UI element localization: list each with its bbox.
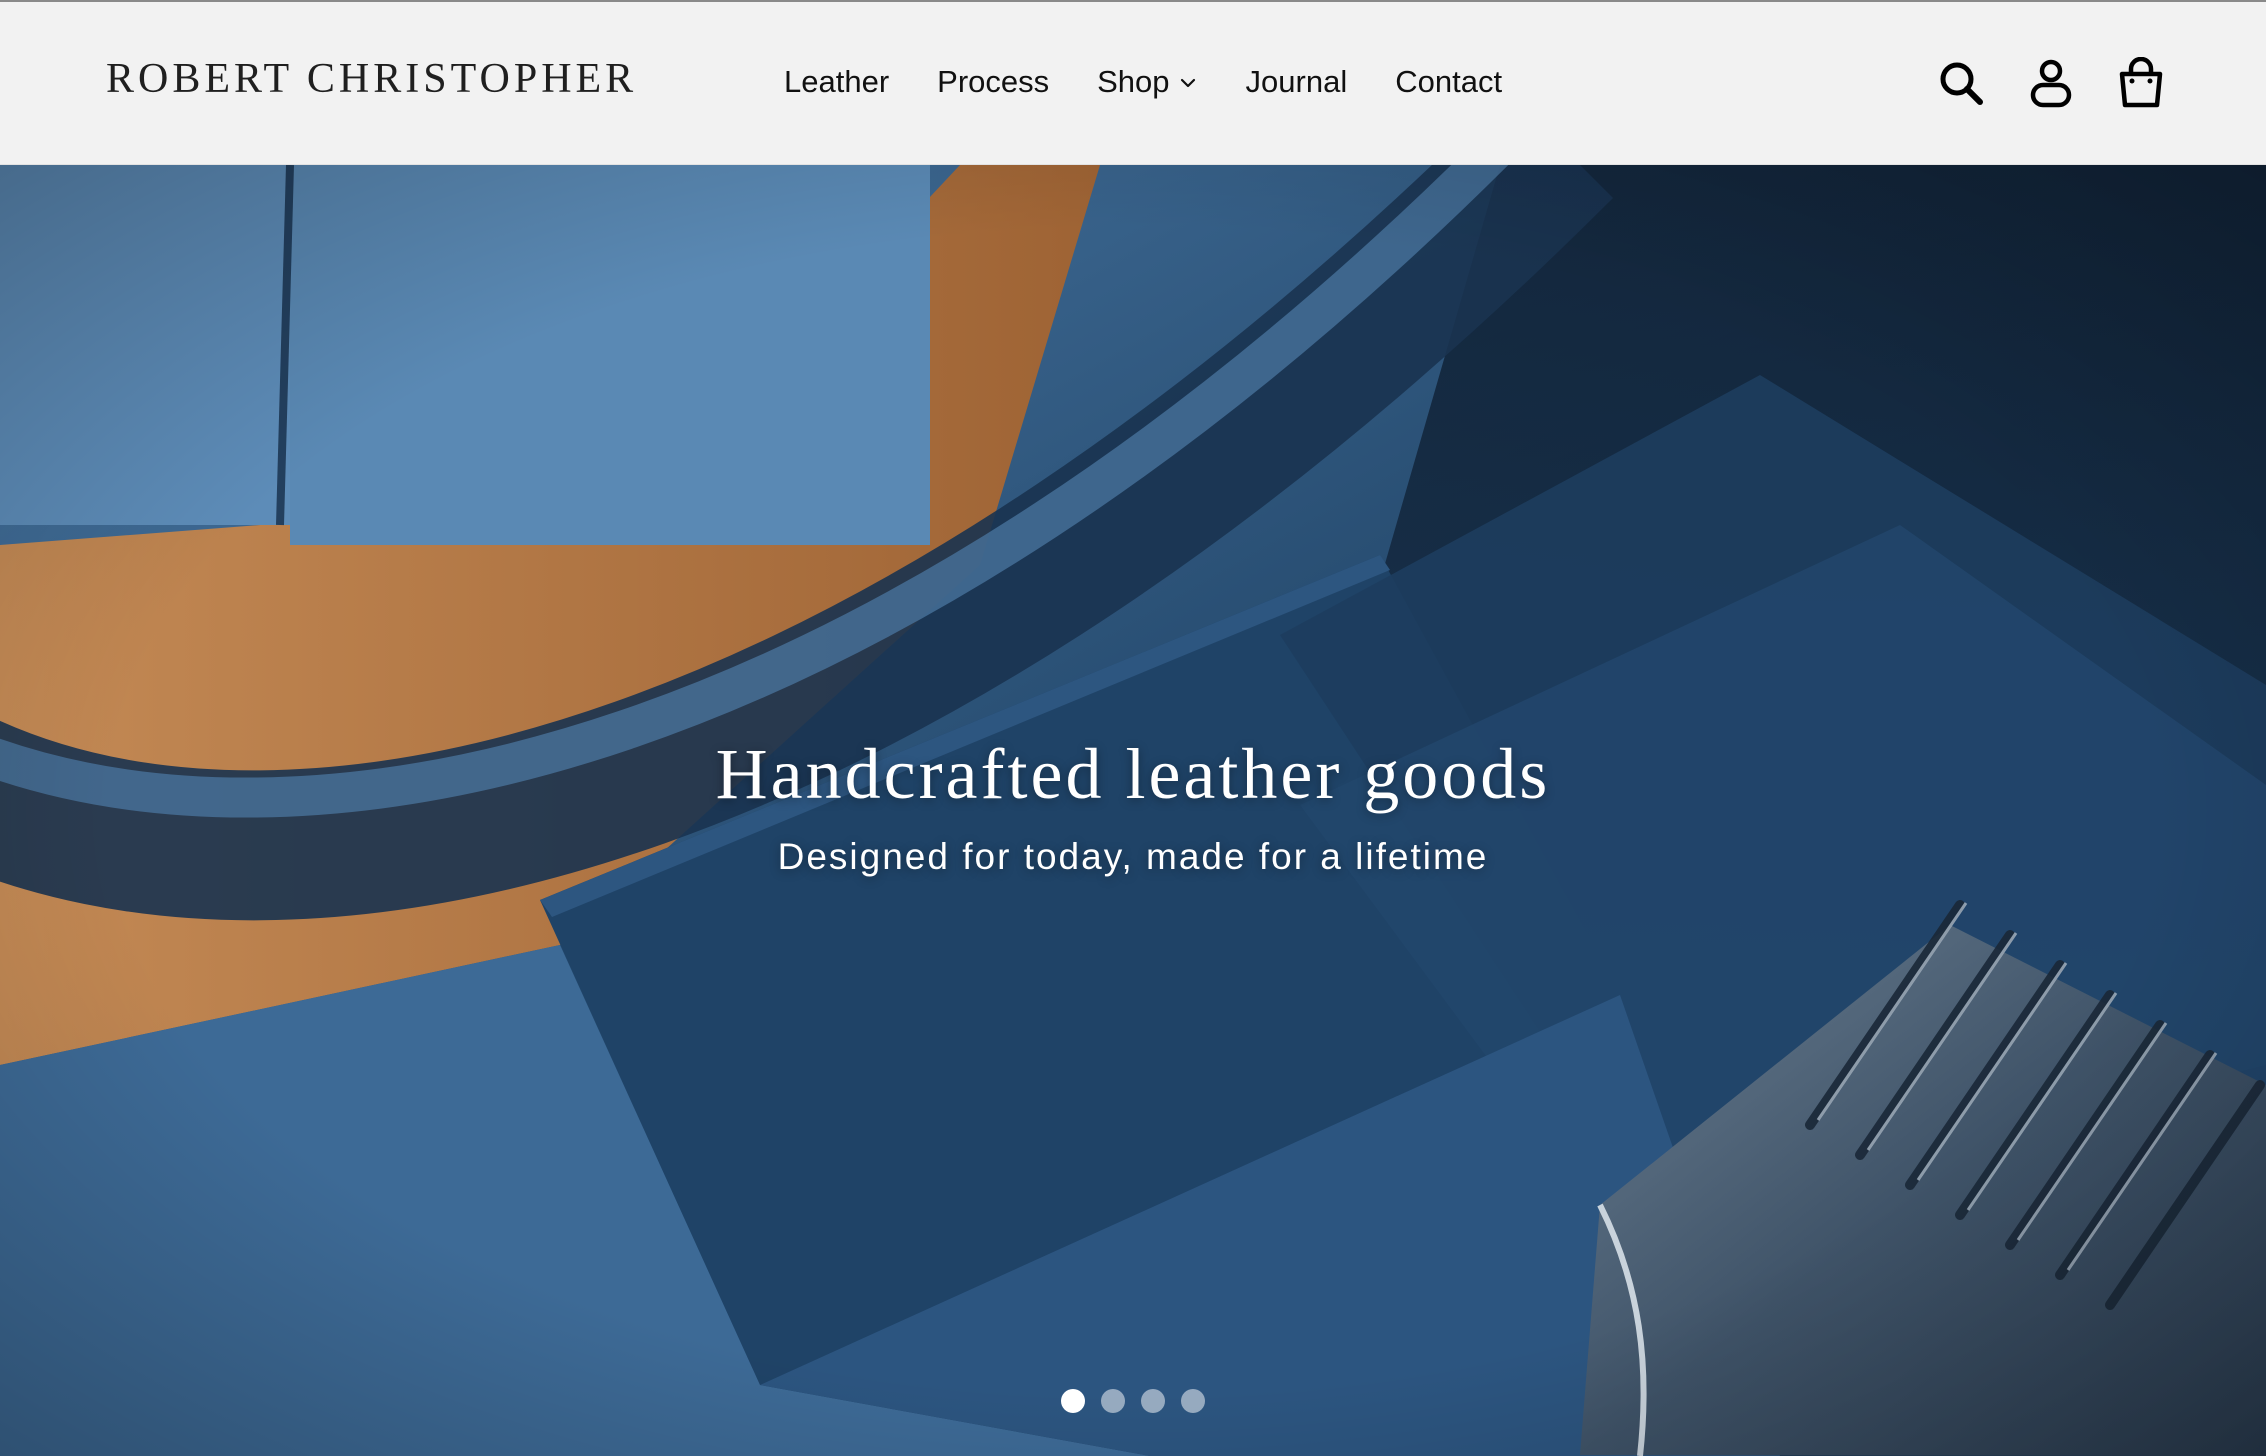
- search-button[interactable]: [1936, 56, 1986, 110]
- hero-subtitle: Designed for today, made for a lifetime: [777, 836, 1489, 878]
- hero-text-block: Handcrafted leather goods Designed for t…: [0, 734, 2266, 878]
- account-icon: [2030, 59, 2072, 108]
- site-header: ROBERT CHRISTOPHER Leather Process Shop …: [0, 2, 2266, 165]
- nav-item-journal[interactable]: Journal: [1222, 64, 1372, 100]
- header-actions: [1936, 52, 2166, 114]
- account-button[interactable]: [2026, 56, 2076, 110]
- cart-bag-icon: [2119, 57, 2163, 108]
- slideshow-pagination: [0, 1389, 2266, 1413]
- nav-item-label: Leather: [784, 64, 890, 99]
- main-nav: Leather Process Shop Journal Contact: [760, 2, 1526, 162]
- nav-item-label: Contact: [1395, 64, 1503, 99]
- nav-item-label: Journal: [1245, 64, 1348, 99]
- slide-dot-3[interactable]: [1141, 1389, 1165, 1413]
- chevron-down-icon: [1180, 78, 1195, 88]
- hero-title: Handcrafted leather goods: [715, 734, 1551, 814]
- nav-item-contact[interactable]: Contact: [1371, 64, 1526, 100]
- search-icon: [1940, 62, 1983, 105]
- slide-dot-1[interactable]: [1061, 1389, 1085, 1413]
- slide-dot-4[interactable]: [1181, 1389, 1205, 1413]
- nav-item-leather[interactable]: Leather: [760, 64, 913, 100]
- brand-logo[interactable]: ROBERT CHRISTOPHER: [106, 55, 637, 103]
- nav-item-label: Process: [937, 64, 1050, 99]
- nav-item-shop[interactable]: Shop: [1073, 64, 1221, 100]
- nav-item-label: Shop: [1097, 64, 1170, 99]
- hero-banner: Handcrafted leather goods Designed for t…: [0, 165, 2266, 1456]
- nav-item-process[interactable]: Process: [913, 64, 1073, 100]
- slide-dot-2[interactable]: [1101, 1389, 1125, 1413]
- cart-button[interactable]: [2116, 56, 2166, 110]
